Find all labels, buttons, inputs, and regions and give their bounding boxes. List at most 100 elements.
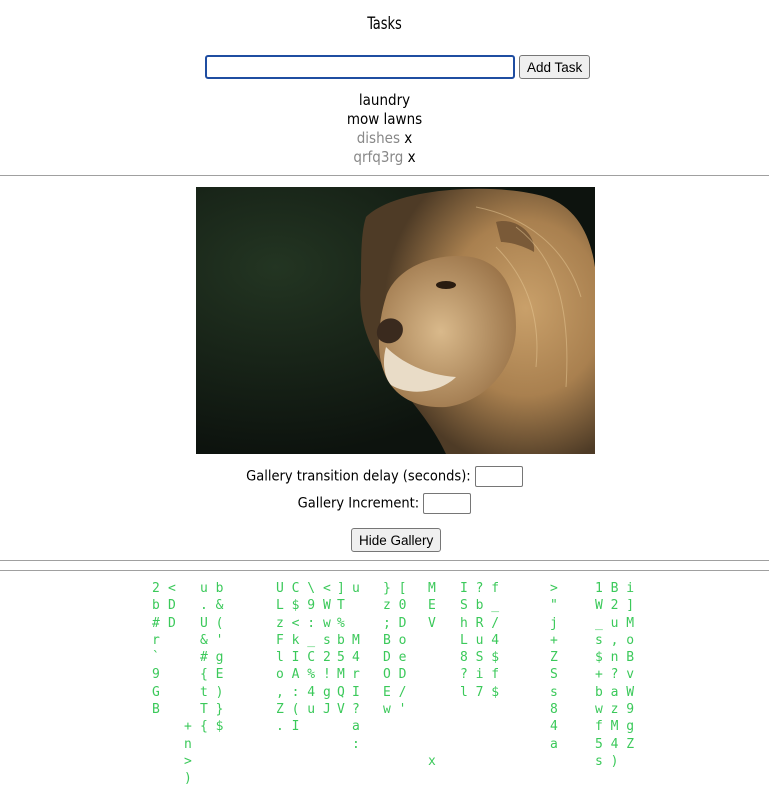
matrix-glyph: < — [168, 581, 176, 596]
matrix-glyph — [428, 684, 436, 701]
matrix-glyph: F k _ s — [276, 632, 331, 648]
matrix-glyph: L u 4 — [460, 632, 500, 648]
matrix-glyph — [428, 649, 436, 666]
matrix-glyph: a — [352, 719, 360, 735]
matrix-glyph: M — [428, 581, 436, 596]
matrix-glyph: 8 — [550, 702, 558, 718]
matrix-glyph: b — [152, 598, 160, 614]
matrix-column: MEV x — [428, 580, 436, 788]
matrix-glyph: 5 4 Z — [595, 736, 635, 752]
matrix-glyph: B o — [383, 632, 407, 648]
matrix-glyph: > — [550, 581, 558, 596]
task-input[interactable] — [205, 55, 515, 79]
matrix-rain: 2 b # r ` 9 G B < D D + n >) u b. & U (& ' # g{ Et ) T }… — [0, 580, 769, 787]
matrix-glyph: ` — [152, 650, 160, 666]
increment-row: Gallery Increment: — [0, 493, 769, 514]
remove-task-button[interactable]: x — [408, 148, 416, 166]
divider — [0, 570, 769, 571]
matrix-glyph — [184, 701, 192, 718]
matrix-glyph: V — [428, 615, 436, 631]
matrix-glyph: 8 S $ — [460, 650, 500, 666]
matrix-glyph: O D — [383, 667, 407, 683]
matrix-glyph — [428, 770, 436, 787]
matrix-glyph: 9 — [152, 667, 160, 683]
matrix-glyph: f M g — [595, 719, 635, 735]
matrix-column: u M 4 r I? a: — [352, 580, 360, 753]
matrix-glyph: s — [550, 684, 558, 700]
matrix-glyph: ? i f — [460, 667, 500, 683]
matrix-column: U C \ < L $ 9 Wz < : wF k _ s l I C 2o A %… — [276, 580, 331, 736]
matrix-glyph — [428, 632, 436, 649]
matrix-glyph: > — [184, 753, 192, 769]
gallery-image — [196, 187, 595, 454]
matrix-glyph: w ' — [383, 702, 407, 718]
matrix-glyph: ] — [337, 581, 345, 596]
matrix-column: ] T% b 5 M Q V — [337, 580, 345, 718]
matrix-glyph: T } — [200, 702, 224, 718]
matrix-column: > " j + Z Ss 8 4 a — [550, 580, 558, 753]
matrix-glyph: D — [168, 598, 176, 614]
matrix-glyph: + — [550, 632, 558, 648]
matrix-column: < D D — [168, 580, 176, 632]
matrix-glyph: U C \ < — [276, 581, 331, 596]
matrix-glyph: D — [168, 615, 176, 631]
matrix-glyph: E — [428, 598, 436, 614]
matrix-glyph: ; D — [383, 615, 407, 631]
matrix-glyph: s , o — [595, 632, 635, 648]
matrix-glyph — [428, 736, 436, 753]
matrix-glyph: S b _ — [460, 598, 500, 614]
increment-label: Gallery Increment: — [297, 495, 420, 512]
task-item: laundry — [0, 91, 769, 110]
matrix-column: 2 b # r ` 9 G B — [152, 580, 160, 718]
matrix-glyph — [184, 597, 192, 614]
matrix-glyph: ? — [352, 702, 360, 718]
task-item: dishes x — [0, 129, 769, 148]
divider — [0, 175, 769, 176]
matrix-glyph: j — [550, 615, 558, 631]
matrix-glyph: z < : w — [276, 615, 331, 631]
matrix-glyph: u b — [200, 581, 224, 596]
matrix-glyph: : — [352, 736, 360, 752]
matrix-glyph: 2 — [152, 581, 160, 596]
matrix-column: + n >) — [184, 580, 192, 788]
matrix-glyph — [184, 632, 192, 649]
matrix-glyph: 4 — [550, 719, 558, 735]
page-title: Tasks — [367, 14, 402, 34]
matrix-glyph: t ) — [200, 684, 224, 700]
matrix-glyph: ) — [184, 771, 192, 787]
matrix-glyph: 5 — [337, 650, 345, 666]
matrix-glyph — [184, 649, 192, 666]
task-text[interactable]: laundry — [359, 91, 410, 109]
matrix-glyph: 4 — [352, 650, 360, 666]
matrix-glyph: h R / — [460, 615, 500, 631]
increment-input[interactable] — [423, 493, 472, 514]
matrix-glyph: + ? v — [595, 667, 635, 683]
matrix-glyph: B — [152, 702, 160, 718]
delay-input[interactable] — [474, 466, 523, 487]
matrix-glyph: l I C 2 — [276, 650, 331, 666]
matrix-glyph — [184, 615, 192, 632]
matrix-glyph: l 7 $ — [460, 684, 500, 700]
matrix-glyph: # g — [200, 650, 224, 666]
hide-gallery-button[interactable]: Hide Gallery — [351, 528, 442, 552]
matrix-glyph: Z ( u J — [276, 702, 331, 718]
matrix-glyph: z 0 — [383, 598, 407, 614]
matrix-glyph: I — [352, 684, 360, 700]
matrix-glyph — [184, 580, 192, 597]
matrix-column: 1 B i W 2 ] _ u Ms , o $ n B + ? vb a W w z 9… — [595, 580, 634, 770]
matrix-glyph: S — [550, 667, 558, 683]
matrix-column: I ? f S b _ h R / L u 4 8 S $? i fl 7 $ — [460, 580, 499, 701]
remove-task-button[interactable]: x — [404, 129, 412, 147]
matrix-glyph: . & — [200, 598, 224, 614]
matrix-glyph: w z 9 — [595, 702, 635, 718]
task-text[interactable]: qrfq3rg — [353, 148, 403, 166]
add-task-button[interactable]: Add Task — [519, 55, 591, 79]
lion-photo — [196, 187, 595, 454]
task-text[interactable]: mow lawns — [347, 110, 422, 128]
task-item: mow lawns — [0, 110, 769, 129]
task-form: Add Task — [205, 55, 591, 79]
matrix-glyph — [352, 615, 360, 632]
task-text[interactable]: dishes — [357, 129, 400, 147]
matrix-glyph: Q — [337, 684, 345, 700]
matrix-glyph: M — [337, 667, 345, 683]
